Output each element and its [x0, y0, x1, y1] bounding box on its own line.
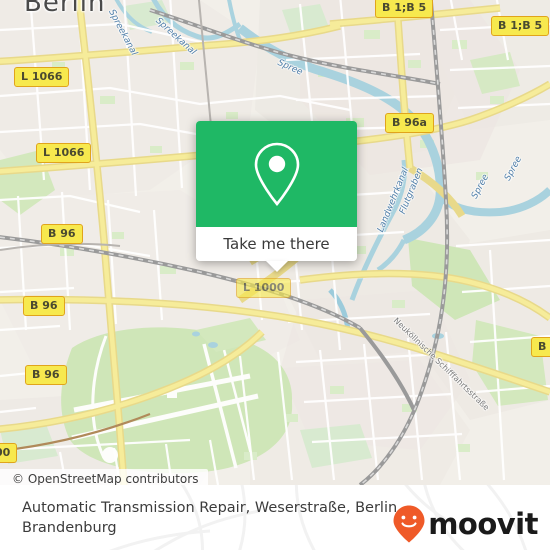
- road-shield[interactable]: 00: [0, 443, 18, 463]
- road-shield[interactable]: L 1066: [36, 143, 92, 163]
- map-attribution[interactable]: © OpenStreetMap contributors: [0, 469, 209, 485]
- road-shield[interactable]: B 96: [25, 365, 67, 385]
- callout-pointer: [265, 261, 288, 272]
- footer-bar: Automatic Transmission Repair, Weserstra…: [0, 485, 550, 550]
- callout-cta[interactable]: Take me there: [196, 227, 357, 261]
- map-screenshot: Berlin Spreekanal Spreekanal Spree Landw…: [0, 0, 550, 550]
- road-shield[interactable]: B 1;B 5: [491, 16, 550, 36]
- location-callout-card[interactable]: Take me there: [196, 121, 357, 272]
- road-shield[interactable]: B 9: [531, 337, 550, 357]
- callout-cta-label: Take me there: [223, 235, 330, 253]
- callout-icon-area: [196, 121, 357, 227]
- road-shield[interactable]: B 96: [41, 224, 83, 244]
- road-shield[interactable]: B 1;B 5: [375, 0, 434, 18]
- moovit-wordmark: moovit: [428, 506, 538, 541]
- road-shield[interactable]: B 96a: [385, 113, 434, 133]
- location-title: Automatic Transmission Repair, Weserstra…: [22, 500, 408, 536]
- road-shield[interactable]: L 1000: [236, 278, 292, 298]
- map-canvas[interactable]: Berlin Spreekanal Spreekanal Spree Landw…: [0, 0, 550, 485]
- road-shield[interactable]: B 96: [23, 296, 65, 316]
- map-pin-icon: [254, 142, 299, 207]
- moovit-smiley-pin-icon: [393, 505, 425, 543]
- moovit-logo[interactable]: moovit: [392, 504, 538, 544]
- road-shield[interactable]: L 1066: [14, 67, 70, 87]
